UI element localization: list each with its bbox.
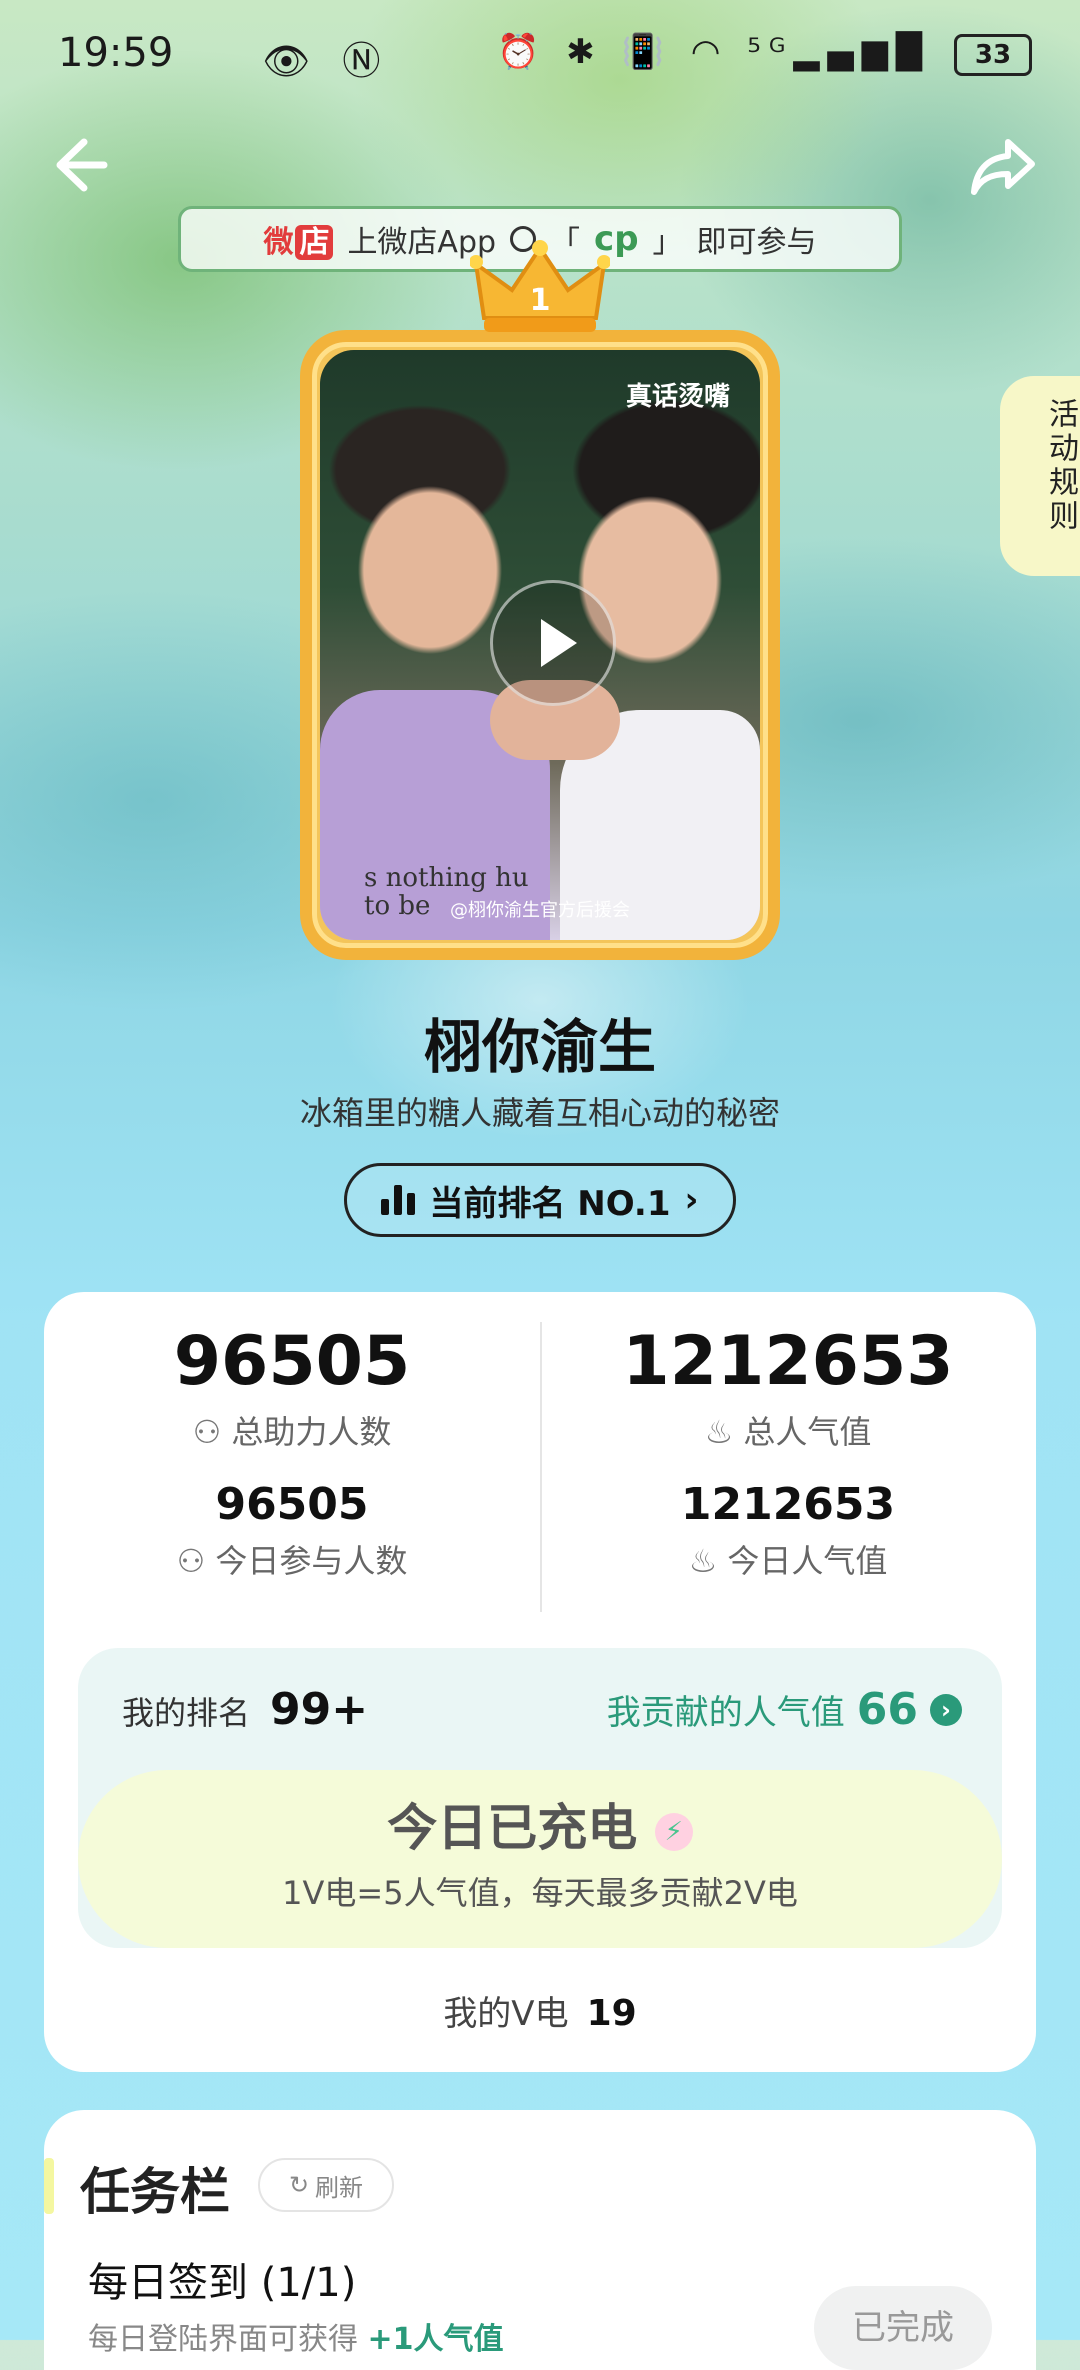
today-participants-label: ⚇ 今日参与人数	[176, 1542, 408, 1580]
activity-rules-tab[interactable]: 活动规则	[1000, 376, 1080, 576]
status-time: 19:59	[58, 30, 174, 76]
arrow-right-circle-icon: ›	[930, 1693, 962, 1726]
task-title: 任务栏	[80, 2163, 230, 2221]
status-right-icons: ⏰ ✱ 📳 ◠ ⁵ᴳ▂▄▆█	[497, 32, 930, 72]
task-card: 任务栏 ↻ 刷新 每日签到 (1/1) 每日登陆界面可获得 +1人气值 已完成	[44, 2110, 1036, 2370]
people-icon: ⚇	[176, 1542, 206, 1580]
chevron-right-icon: ›	[684, 1180, 699, 1220]
weidian-logo: 微店	[263, 217, 334, 261]
bar-chart-icon	[381, 1185, 416, 1215]
video-credit: @栩你渝生官方后援会	[450, 900, 630, 921]
today-popularity-label: ♨ 今日人气值	[688, 1542, 888, 1580]
stats-right-column: 1212653 ♨ 总人气值 1212653 ♨ 今日人气值	[540, 1322, 1036, 1582]
my-rank: 我的排名 99+	[122, 1684, 369, 1735]
today-participants-value: 96505	[215, 1479, 369, 1530]
current-rank-button[interactable]: 当前排名 NO.1 ›	[344, 1163, 736, 1237]
current-rank-label: 当前排名 NO.1	[429, 1183, 671, 1224]
total-popularity-value: 1212653	[622, 1322, 954, 1401]
my-contribution-label: 我贡献的人气值	[606, 1693, 845, 1733]
task-item-description: 每日登陆界面可获得 +1人气值	[88, 2322, 504, 2357]
total-helpers-label: ⚇ 总助力人数	[192, 1413, 392, 1451]
refresh-icon: ↻	[288, 2171, 310, 2199]
charge-title: 今日已充电 ⚡	[78, 1788, 1002, 1860]
charge-status-box[interactable]: 今日已充电 ⚡ 1V电=5人气值，每天最多贡献2V电	[78, 1770, 1002, 1948]
stats-left-column: 96505 ⚇ 总助力人数 96505 ⚇ 今日参与人数	[44, 1322, 540, 1582]
my-contribution-panel: 我的排名 99+ 我贡献的人气值 66 › 今日已充电 ⚡ 1V电=5人气值，每天…	[78, 1648, 1002, 1948]
page-subtitle: 冰箱里的糖人藏着互相心动的秘密	[299, 1094, 780, 1132]
today-popularity-value: 1212653	[680, 1479, 896, 1530]
crown-number: 1	[530, 283, 551, 318]
battery-icon: 33	[954, 34, 1032, 76]
lightning-icon: ⚡	[654, 1812, 693, 1851]
status-left-icons: 👁 Ⓝ	[262, 39, 391, 83]
my-contribution-value: 66	[856, 1684, 918, 1735]
my-rank-value: 99+	[270, 1684, 369, 1735]
share-icon[interactable]	[966, 130, 1040, 204]
my-v-power: 我的V电 19	[443, 1993, 637, 2034]
people-icon: ⚇	[192, 1413, 222, 1451]
my-v-power-value: 19	[586, 1993, 637, 2034]
status-bar: 19:59 👁 Ⓝ ⏰ ✱ 📳 ◠ ⁵ᴳ▂▄▆█ 33	[0, 0, 1080, 100]
video-thumbnail: s nothing hu to be 真话烫嘴 @栩你渝生官方后援会	[320, 350, 760, 940]
promo-bracket-close: 」	[652, 225, 683, 260]
page-title: 栩你渝生	[423, 1013, 656, 1081]
flame-icon: ♨	[704, 1413, 734, 1451]
task-title-accent	[44, 2158, 54, 2214]
crown-icon: 1	[470, 240, 610, 332]
flame-icon: ♨	[688, 1542, 718, 1580]
charge-rule: 1V电=5人气值，每天最多贡献2V电	[282, 1874, 798, 1912]
video-card[interactable]: s nothing hu to be 真话烫嘴 @栩你渝生官方后援会	[300, 330, 780, 960]
stats-card: 96505 ⚇ 总助力人数 96505 ⚇ 今日参与人数 1212653 ♨ 总人气值…	[44, 1292, 1036, 2072]
video-caption: 真话烫嘴	[625, 382, 730, 412]
play-icon[interactable]	[490, 580, 616, 706]
refresh-button[interactable]: ↻ 刷新	[258, 2158, 394, 2212]
back-arrow-icon[interactable]	[44, 130, 114, 200]
total-popularity-label: ♨ 总人气值	[704, 1413, 872, 1451]
my-contribution-link[interactable]: 我贡献的人气值 66 ›	[607, 1684, 962, 1735]
total-helpers-value: 96505	[173, 1322, 411, 1401]
task-item-name: 每日签到 (1/1)	[88, 2260, 357, 2306]
promo-text-after: 即可参与	[696, 225, 817, 260]
task-completed-button[interactable]: 已完成	[814, 2286, 992, 2370]
